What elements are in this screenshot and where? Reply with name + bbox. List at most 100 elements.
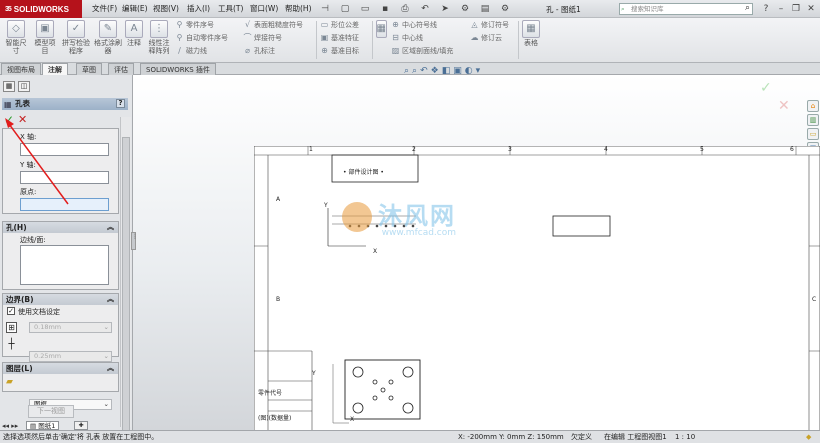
document-title: 孔 - 图纸1 xyxy=(546,5,581,14)
restore-icon[interactable]: ❐ xyxy=(790,3,802,15)
sheet-axis-y-label: Y xyxy=(324,202,328,209)
help-icon[interactable]: ? xyxy=(116,99,125,108)
sheet-zone-col: 4 xyxy=(604,146,608,153)
help-icon[interactable]: ? xyxy=(760,3,772,15)
balloon-icon: ⚲ xyxy=(176,20,183,29)
tables-button[interactable]: ▦ 表格 xyxy=(522,20,540,47)
view-settings-icon[interactable]: ▾ xyxy=(476,66,481,76)
center-mark-button[interactable]: ⊕ 中心符号线 xyxy=(391,20,453,30)
file-props-icon[interactable]: ▤ xyxy=(478,3,492,15)
grid-thickness-dropdown[interactable]: 0.25mm ⌄ xyxy=(29,351,112,362)
zoom-to-fit-icon[interactable]: ⌕ xyxy=(404,66,409,76)
smart-dimension-button[interactable]: ◇ 智能尺寸 xyxy=(3,20,29,55)
sheet-cell-qty: (图)(数据量) xyxy=(258,415,292,422)
solidworks-resources-icon[interactable]: ⌂ xyxy=(807,100,819,112)
open-icon[interactable]: ▭ xyxy=(358,3,372,15)
blocks-button[interactable]: ▦ xyxy=(375,20,387,39)
confirm-ok-icon[interactable]: ✓ xyxy=(760,80,772,96)
menu-view[interactable]: 视图(V) xyxy=(153,3,179,14)
rebuild-icon[interactable]: ⚙ xyxy=(458,3,472,15)
revision-symbol-button[interactable]: ◬ 修订符号 xyxy=(470,20,509,30)
datum-target-button[interactable]: ⊕ 基准目标 xyxy=(320,46,359,56)
sheet-nav-arrows[interactable]: ◂◂ ▸▸ xyxy=(2,422,18,430)
sheet-axis-x-label: X xyxy=(350,416,355,423)
menu-tools[interactable]: 工具(T) xyxy=(218,3,243,14)
confirm-cancel-icon[interactable]: ✕ xyxy=(778,98,790,114)
panel-scrollbar[interactable] xyxy=(120,117,131,437)
revision-cloud-button[interactable]: ☁ 修订云 xyxy=(470,33,509,43)
sheet-tab[interactable]: ▤ 图纸1 xyxy=(26,421,60,430)
menu-insert[interactable]: 插入(I) xyxy=(187,3,210,14)
options-icon[interactable]: ⚙ xyxy=(498,3,512,15)
menu-window[interactable]: 窗口(W) xyxy=(250,3,278,14)
area-hatch-button[interactable]: ▨ 区域剖面线/填充 xyxy=(391,46,454,56)
zoom-to-area-icon[interactable]: ⌕ xyxy=(412,66,417,76)
geometric-tolerance-button[interactable]: ▭ 形位公差 xyxy=(320,20,359,30)
model-items-icon: ▣ xyxy=(36,20,54,38)
annotation-arrow xyxy=(5,118,69,205)
datum-feature-button[interactable]: ▣ 基准特征 xyxy=(320,33,359,43)
layer-group-header[interactable]: 图层(L) ︽ xyxy=(3,363,118,374)
tab-annotation[interactable]: 注解 xyxy=(42,63,68,75)
panel-splitter-handle[interactable]: ⋮ xyxy=(131,232,138,250)
geometric-tolerance-icon: ▭ xyxy=(320,20,329,29)
close-icon[interactable]: ✕ xyxy=(805,3,817,15)
hide-show-icon[interactable]: ▣ xyxy=(453,66,462,76)
centerline-icon: ⊟ xyxy=(392,33,399,42)
tab-evaluate[interactable]: 评估 xyxy=(108,63,134,75)
surface-finish-button[interactable]: √ 表面粗糙度符号 xyxy=(243,20,303,30)
save-icon[interactable]: ▪ xyxy=(378,3,392,15)
pin-icon[interactable]: ⊣ xyxy=(318,3,332,15)
print-icon[interactable]: ⎙ xyxy=(398,3,412,15)
config-manager-tab-icon[interactable]: ◫ xyxy=(18,81,30,92)
previous-view-icon[interactable]: ↶ xyxy=(420,66,428,76)
sheet-zone-col: 1 xyxy=(309,146,313,153)
next-view-button[interactable]: 下一视图 xyxy=(28,405,74,418)
status-scale[interactable]: 1 : 10 xyxy=(675,431,695,443)
search-input[interactable]: ⌕ 搜索知识库 ⌕ xyxy=(619,3,753,15)
use-doc-settings-checkbox[interactable]: ✓ xyxy=(7,307,15,315)
design-library-icon[interactable]: ▥ xyxy=(807,114,819,126)
spell-checker-button[interactable]: ✓ 拼写检验程序 xyxy=(62,20,90,55)
hole-callout-button[interactable]: ⌀ 孔标注 xyxy=(243,46,303,56)
display-style-icon[interactable]: ◧ xyxy=(442,66,451,76)
format-painter-icon: ✎ xyxy=(99,20,117,38)
menu-edit[interactable]: 编辑(E) xyxy=(122,3,148,14)
edge-face-list[interactable] xyxy=(20,245,109,285)
center-mark-icon: ⊕ xyxy=(392,20,399,29)
add-sheet-icon[interactable]: ✚ xyxy=(74,421,88,430)
border-thickness-dropdown[interactable]: 0.18mm ⌄ xyxy=(29,322,112,333)
rebuild-status-icon[interactable]: ◆ xyxy=(806,431,811,443)
scene-icon[interactable]: ◐ xyxy=(465,66,473,76)
auto-balloon-button[interactable]: ⚲ 自动零件序号 xyxy=(175,33,228,43)
linear-note-pattern-button[interactable]: ⋮ 线性注释阵列 xyxy=(146,20,172,55)
sheet-zone-col: 6 xyxy=(790,146,794,153)
drawing-sheet[interactable] xyxy=(254,146,820,430)
scrollbar-thumb[interactable] xyxy=(122,137,130,437)
search-submit-icon[interactable]: ⌕ xyxy=(745,3,750,13)
new-icon[interactable]: ▢ xyxy=(338,3,352,15)
balloon-button[interactable]: ⚲ 零件序号 xyxy=(175,20,228,30)
undo-icon[interactable]: ↶ xyxy=(418,3,432,15)
weld-symbol-button[interactable]: ⌒ 焊接符号 xyxy=(243,33,303,43)
centerline-button[interactable]: ⊟ 中心线 xyxy=(391,33,453,43)
inner-border-icon: ┼ xyxy=(8,339,15,350)
border-group-header[interactable]: 边界(B) ︽ xyxy=(3,294,118,305)
tab-view-layout[interactable]: 视图布局 xyxy=(1,63,41,75)
menu-help[interactable]: 帮助(H) xyxy=(285,3,312,14)
property-manager-tab-icon[interactable]: ▦ xyxy=(3,81,15,92)
file-explorer-icon[interactable]: ▭ xyxy=(807,128,819,140)
view-orientation-icon[interactable]: ❖ xyxy=(431,66,439,76)
blocks-icon: ▦ xyxy=(375,20,387,38)
select-icon[interactable]: ➤ xyxy=(438,3,452,15)
menu-file[interactable]: 文件(F) xyxy=(92,3,117,14)
tab-sketch[interactable]: 草图 xyxy=(76,63,102,75)
magnetic-line-button[interactable]: ∕ 磁力线 xyxy=(175,46,228,56)
minimize-icon[interactable]: – xyxy=(775,3,787,15)
note-button[interactable]: A 注释 xyxy=(124,20,144,47)
model-items-button[interactable]: ▣ 模型项目 xyxy=(32,20,58,55)
panel-title: ▦ 孔表? xyxy=(2,98,128,110)
tab-solidworks-addins[interactable]: SOLIDWORKS 插件 xyxy=(140,63,216,75)
hole-group-header[interactable]: 孔(H) ︽ xyxy=(3,222,118,233)
format-painter-button[interactable]: ✎ 格式涂刷器 xyxy=(94,20,122,55)
